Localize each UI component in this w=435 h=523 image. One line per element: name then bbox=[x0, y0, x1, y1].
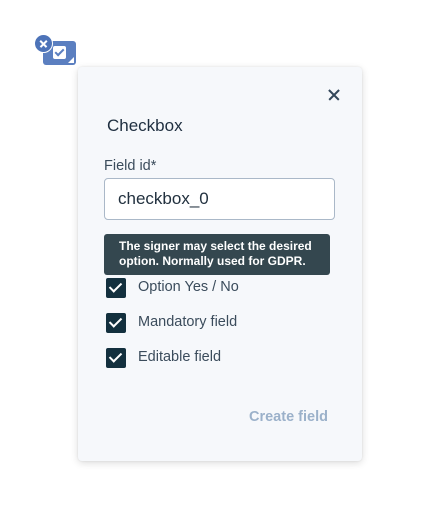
required-mark: * bbox=[150, 158, 157, 174]
tooltip: The signer may select the desired option… bbox=[104, 234, 330, 275]
resize-handle-icon[interactable] bbox=[68, 57, 74, 63]
editable-field-label: Editable field bbox=[138, 349, 222, 365]
option-yes-no-checkbox[interactable] bbox=[106, 278, 126, 298]
mandatory-field-label: Mandatory field bbox=[138, 314, 238, 330]
checkbox-icon bbox=[53, 46, 66, 59]
create-field-button[interactable]: Create field bbox=[249, 409, 328, 425]
field-id-input[interactable] bbox=[104, 178, 335, 220]
remove-field-close-icon[interactable] bbox=[34, 34, 53, 53]
field-id-label: Field id* bbox=[104, 158, 156, 174]
close-icon[interactable] bbox=[328, 89, 340, 101]
mandatory-field-checkbox[interactable] bbox=[106, 313, 126, 333]
dialog-title: Checkbox bbox=[107, 116, 183, 135]
option-yes-no-label: Option Yes / No bbox=[138, 279, 239, 295]
field-id-label-text: Field id bbox=[104, 158, 151, 174]
editable-field-checkbox[interactable] bbox=[106, 348, 126, 368]
checkbox-settings-dialog: Checkbox Field id* The signer may select… bbox=[78, 67, 362, 461]
